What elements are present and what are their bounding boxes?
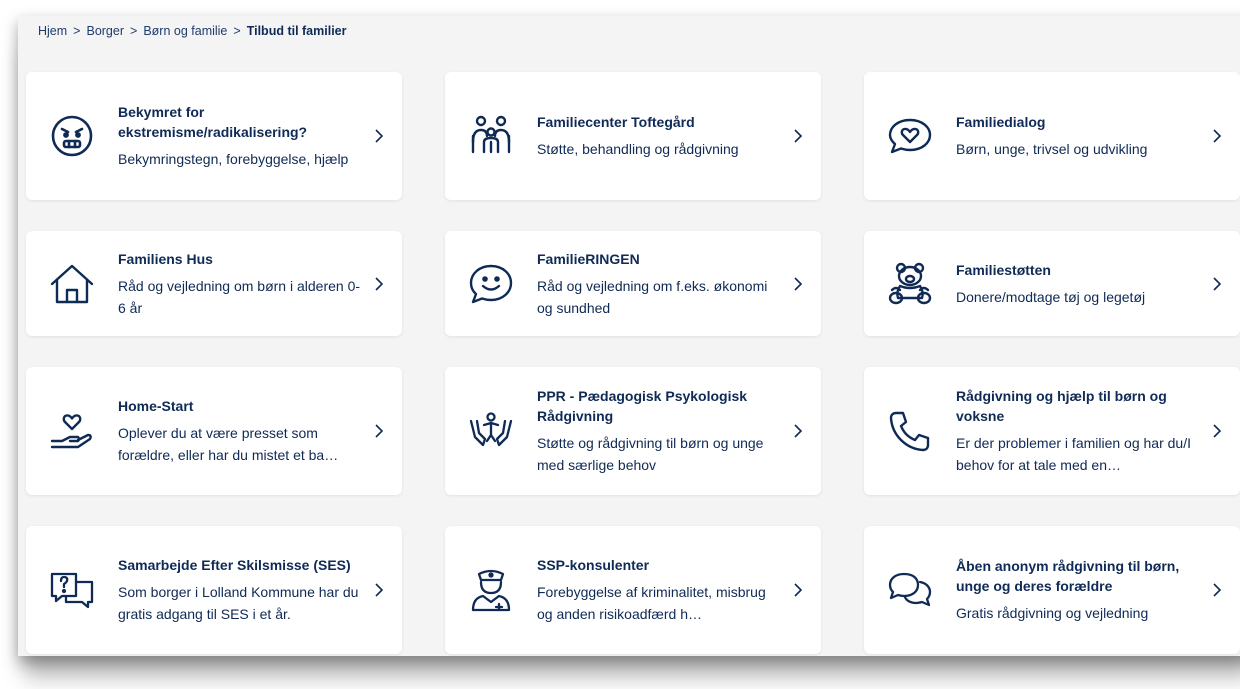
police-officer-icon xyxy=(467,566,515,614)
card-familiestotten[interactable]: Familiestøtten Donere/modtage tøj og leg… xyxy=(864,231,1240,336)
card-description: Oplever du at være presset som forældre,… xyxy=(118,425,339,463)
heart-hand-icon xyxy=(48,407,96,455)
page-frame: Hjem > Borger > Børn og familie > Tilbud… xyxy=(18,16,1240,656)
breadcrumb-separator: > xyxy=(233,24,241,38)
angry-face-icon xyxy=(48,112,96,160)
card-description: Gratis rådgivning og vejledning xyxy=(956,605,1149,621)
card-ses[interactable]: Samarbejde Efter Skilsmisse (SES) Som bo… xyxy=(26,526,402,654)
heart-speech-bubble-icon xyxy=(886,112,934,160)
chevron-right-icon xyxy=(1212,424,1226,438)
question-chat-icon xyxy=(48,566,96,614)
breadcrumb-separator: > xyxy=(73,24,81,38)
chevron-right-icon xyxy=(793,583,807,597)
card-home-start[interactable]: Home-Start Oplever du at være presset so… xyxy=(26,367,402,495)
card-title: Rådgivning og hjælp til børn og voksne xyxy=(956,388,1167,424)
breadcrumb: Hjem > Borger > Børn og familie > Tilbud… xyxy=(38,24,346,38)
card-title: Familiens Hus xyxy=(118,250,213,267)
card-raadgivning-born-voksne[interactable]: Rådgivning og hjælp til børn og voksne E… xyxy=(864,367,1240,495)
card-description: Donere/modtage tøj og legetøj xyxy=(956,288,1146,305)
house-icon xyxy=(48,260,96,308)
card-description: Råd og vejledning om børn i alderen 0-6 … xyxy=(118,277,361,316)
card-ekstremisme[interactable]: Bekymret for ekstremisme/radikalisering?… xyxy=(26,72,402,200)
breadcrumb-borger[interactable]: Borger xyxy=(86,24,124,38)
card-title: Familiecenter Toftegård xyxy=(537,114,695,130)
card-aaben-anonym-raadgivning[interactable]: Åben anonym rådgivning til børn, unge og… xyxy=(864,526,1240,654)
breadcrumb-home[interactable]: Hjem xyxy=(38,24,67,38)
chevron-right-icon xyxy=(374,424,388,438)
card-title: Familiedialog xyxy=(956,114,1046,130)
family-icon xyxy=(467,112,515,160)
card-description: Som borger i Lolland Kommune har du grat… xyxy=(118,584,359,622)
card-grid: Bekymret for ekstremisme/radikalisering?… xyxy=(26,72,1240,654)
card-title: Home-Start xyxy=(118,398,194,414)
phone-icon xyxy=(886,407,934,455)
chat-bubbles-icon xyxy=(886,566,934,614)
card-description: Er der problemer i familien og har du/I … xyxy=(956,435,1191,473)
chevron-right-icon xyxy=(374,276,388,291)
chevron-right-icon xyxy=(374,129,388,143)
card-title: Bekymret for ekstremisme/radikalisering? xyxy=(118,104,308,140)
card-ssp-konsulenter[interactable]: SSP-konsulenter Forebyggelse af kriminal… xyxy=(445,526,821,654)
card-title: Samarbejde Efter Skilsmisse (SES) xyxy=(118,557,351,573)
breadcrumb-current: Tilbud til familier xyxy=(246,24,347,38)
teddy-bear-icon xyxy=(886,260,934,308)
chevron-right-icon xyxy=(1212,276,1226,291)
breadcrumb-separator: > xyxy=(130,24,138,38)
card-title: Åben anonym rådgivning til børn, unge og… xyxy=(956,558,1180,594)
card-title: PPR - Pædagogisk Psykologisk Rådgivning xyxy=(537,388,748,424)
card-description: Bekymringstegn, forebyggelse, hjælp xyxy=(118,151,349,167)
card-description: Støtte og rådgivning til børn og unge me… xyxy=(537,435,764,473)
card-description: Forebyggelse af kriminalitet, misbrug og… xyxy=(537,584,766,622)
chevron-right-icon xyxy=(1212,583,1226,597)
chevron-right-icon xyxy=(793,424,807,438)
card-title: SSP-konsulenter xyxy=(537,557,650,573)
card-title: FamilieRINGEN xyxy=(537,250,640,267)
card-familiecenter-toftegaard[interactable]: Familiecenter Toftegård Støtte, behandli… xyxy=(445,72,821,200)
card-description: Støtte, behandling og rådgivning xyxy=(537,141,739,157)
chevron-right-icon xyxy=(793,129,807,143)
smile-speech-bubble-icon xyxy=(467,260,515,308)
card-familieringen[interactable]: FamilieRINGEN Råd og vejledning om f.eks… xyxy=(445,231,821,336)
breadcrumb-born-og-familie[interactable]: Børn og familie xyxy=(143,24,227,38)
child-hands-icon xyxy=(467,407,515,455)
card-familiedialog[interactable]: Familiedialog Børn, unge, trivsel og udv… xyxy=(864,72,1240,200)
card-title: Familiestøtten xyxy=(956,261,1051,278)
chevron-right-icon xyxy=(374,583,388,597)
chevron-right-icon xyxy=(1212,129,1226,143)
card-familiens-hus[interactable]: Familiens Hus Råd og vejledning om børn … xyxy=(26,231,402,336)
card-description: Børn, unge, trivsel og udvikling xyxy=(956,141,1148,157)
card-description: Råd og vejledning om f.eks. økonomi og s… xyxy=(537,277,768,316)
chevron-right-icon xyxy=(793,276,807,291)
card-ppr[interactable]: PPR - Pædagogisk Psykologisk Rådgivning … xyxy=(445,367,821,495)
